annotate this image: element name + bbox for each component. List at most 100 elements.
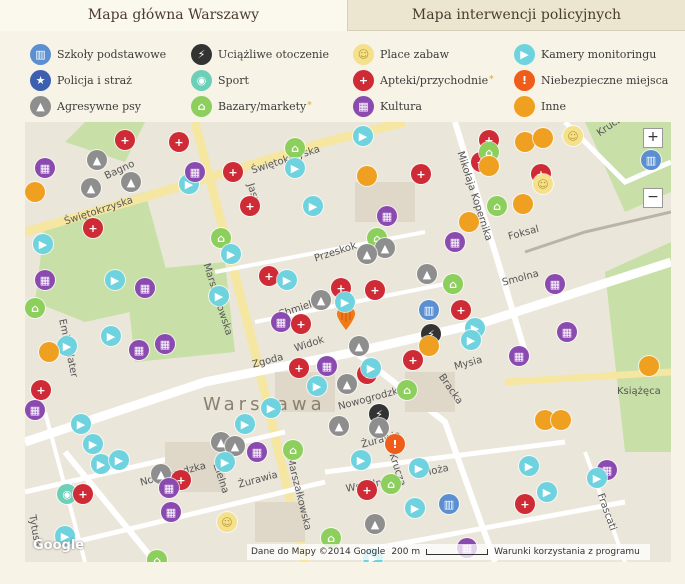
pharmacy-marker[interactable]: + <box>365 280 385 300</box>
legend-item-dogs[interactable]: ▲ Agresywne psy <box>30 95 141 117</box>
school-marker[interactable]: ▥ <box>641 150 661 170</box>
market-marker[interactable]: ⌂ <box>25 298 45 318</box>
camera-marker[interactable]: ▶ <box>285 158 305 178</box>
culture-marker[interactable]: ▦ <box>445 232 465 252</box>
camera-marker[interactable]: ▶ <box>105 270 125 290</box>
dog-marker[interactable]: ▲ <box>329 416 349 436</box>
culture-marker[interactable]: ▦ <box>35 270 55 290</box>
camera-marker[interactable]: ▶ <box>409 458 429 478</box>
culture-marker[interactable]: ▦ <box>545 274 565 294</box>
pharmacy-marker[interactable]: + <box>259 266 279 286</box>
other-marker[interactable] <box>357 166 377 186</box>
pharmacy-marker[interactable]: + <box>289 358 309 378</box>
legend-item-nuisance[interactable]: ⚡ Uciążliwe otoczenie <box>191 43 329 65</box>
legend-item-culture[interactable]: ▦ Kultura <box>353 95 422 117</box>
legend-item-police[interactable]: ★ Policja i straż <box>30 69 132 91</box>
dog-marker[interactable]: ▲ <box>81 178 101 198</box>
school-marker[interactable]: ▥ <box>419 300 439 320</box>
danger-marker[interactable]: ! <box>385 434 405 454</box>
camera-marker[interactable]: ▶ <box>335 292 355 312</box>
camera-marker[interactable]: ▶ <box>461 330 481 350</box>
camera-marker[interactable]: ▶ <box>83 434 103 454</box>
camera-marker[interactable]: ▶ <box>71 414 91 434</box>
dog-marker[interactable]: ▲ <box>365 514 385 534</box>
other-marker[interactable] <box>479 156 499 176</box>
camera-marker[interactable]: ▶ <box>303 196 323 216</box>
market-marker[interactable]: ⌂ <box>381 474 401 494</box>
pharmacy-marker[interactable]: + <box>115 130 135 150</box>
other-marker[interactable] <box>533 128 553 148</box>
other-marker[interactable] <box>39 342 59 362</box>
camera-marker[interactable]: ▶ <box>353 126 373 146</box>
camera-marker[interactable]: ▶ <box>91 454 111 474</box>
culture-marker[interactable]: ▦ <box>509 346 529 366</box>
legend-item-sport[interactable]: ◉ Sport <box>191 69 249 91</box>
other-marker[interactable] <box>25 182 45 202</box>
pharmacy-marker[interactable]: + <box>31 380 51 400</box>
pharmacy-marker[interactable]: + <box>451 300 471 320</box>
legend-item-playgrounds[interactable]: ☺ Place zabaw <box>353 43 449 65</box>
culture-marker[interactable]: ▦ <box>129 340 149 360</box>
camera-marker[interactable]: ▶ <box>33 234 53 254</box>
culture-marker[interactable]: ▦ <box>247 442 267 462</box>
dog-marker[interactable]: ▲ <box>311 290 331 310</box>
camera-marker[interactable]: ▶ <box>109 450 129 470</box>
playground-marker[interactable]: ☺ <box>563 126 583 146</box>
camera-marker[interactable]: ▶ <box>361 358 381 378</box>
playground-marker[interactable]: ☺ <box>217 512 237 532</box>
camera-marker[interactable]: ▶ <box>277 270 297 290</box>
pharmacy-marker[interactable]: + <box>411 164 431 184</box>
market-marker[interactable]: ⌂ <box>285 138 305 158</box>
dog-marker[interactable]: ▲ <box>375 238 395 258</box>
market-marker[interactable]: ⌂ <box>443 274 463 294</box>
pharmacy-marker[interactable]: + <box>223 162 243 182</box>
camera-marker[interactable]: ▶ <box>101 326 121 346</box>
dog-marker[interactable]: ▲ <box>349 336 369 356</box>
camera-marker[interactable]: ▶ <box>519 456 539 476</box>
culture-marker[interactable]: ▦ <box>377 206 397 226</box>
other-marker[interactable] <box>551 410 571 430</box>
culture-marker[interactable]: ▦ <box>159 478 179 498</box>
pharmacy-marker[interactable]: + <box>169 132 189 152</box>
pharmacy-marker[interactable]: + <box>240 196 260 216</box>
legend-item-markets[interactable]: ⌂ Bazary/markety * <box>191 95 312 117</box>
camera-marker[interactable]: ▶ <box>215 452 235 472</box>
tab-main-map[interactable]: Mapa główna Warszawy <box>0 0 348 31</box>
zoom-in-button[interactable]: + <box>643 128 663 148</box>
culture-marker[interactable]: ▦ <box>271 312 291 332</box>
dog-marker[interactable]: ▲ <box>417 264 437 284</box>
market-marker[interactable]: ⌂ <box>487 196 507 216</box>
culture-marker[interactable]: ▦ <box>185 162 205 182</box>
dog-marker[interactable]: ▲ <box>87 150 107 170</box>
dog-marker[interactable]: ▲ <box>337 374 357 394</box>
camera-marker[interactable]: ▶ <box>537 482 557 502</box>
legend-item-pharmacies[interactable]: + Apteki/przychodnie * <box>353 69 494 91</box>
camera-marker[interactable]: ▶ <box>405 498 425 518</box>
culture-marker[interactable]: ▦ <box>161 502 181 522</box>
camera-marker[interactable]: ▶ <box>307 376 327 396</box>
camera-marker[interactable]: ▶ <box>261 398 281 418</box>
legend-item-schools[interactable]: ▥ Szkoły podstawowe <box>30 43 166 65</box>
pharmacy-marker[interactable]: + <box>291 314 311 334</box>
camera-marker[interactable]: ▶ <box>221 244 241 264</box>
pharmacy-marker[interactable]: + <box>403 350 423 370</box>
legend-item-danger[interactable]: ! Niebezpieczne miejsca <box>514 69 668 91</box>
culture-marker[interactable]: ▦ <box>557 322 577 342</box>
other-marker[interactable] <box>515 132 535 152</box>
camera-marker[interactable]: ▶ <box>587 468 607 488</box>
culture-marker[interactable]: ▦ <box>155 334 175 354</box>
culture-marker[interactable]: ▦ <box>135 278 155 298</box>
legend-item-other[interactable]: Inne <box>514 95 566 117</box>
dog-marker[interactable]: ▲ <box>357 244 377 264</box>
pharmacy-marker[interactable]: + <box>83 218 103 238</box>
pharmacy-marker[interactable]: + <box>515 494 535 514</box>
zoom-out-button[interactable]: − <box>643 188 663 208</box>
other-marker[interactable] <box>513 194 533 214</box>
playground-marker[interactable]: ☺ <box>533 174 553 194</box>
terms-link[interactable]: Warunki korzystania z programu <box>494 547 640 557</box>
pharmacy-marker[interactable]: + <box>357 480 377 500</box>
camera-marker[interactable]: ▶ <box>351 450 371 470</box>
dog-marker[interactable]: ▲ <box>369 418 389 438</box>
market-marker[interactable]: ⌂ <box>397 380 417 400</box>
other-marker[interactable] <box>639 356 659 376</box>
